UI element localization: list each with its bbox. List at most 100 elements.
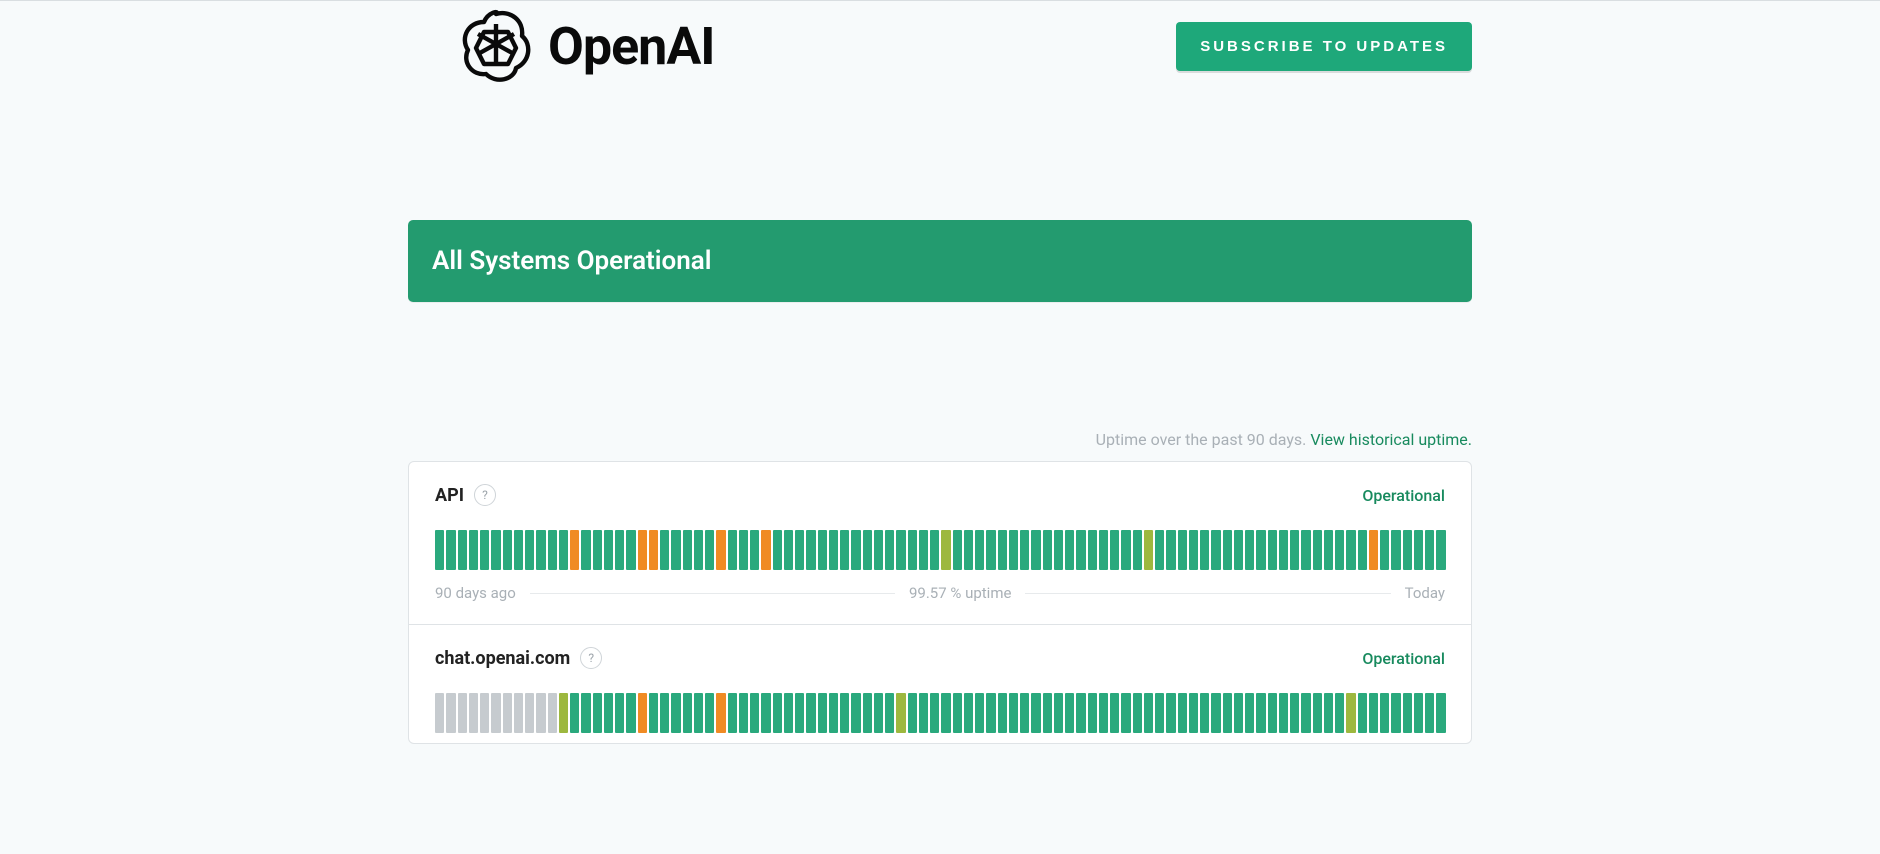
- uptime-bar[interactable]: [1324, 530, 1333, 570]
- uptime-bar[interactable]: [1155, 530, 1164, 570]
- uptime-bar[interactable]: [1144, 530, 1153, 570]
- uptime-bar[interactable]: [491, 530, 500, 570]
- uptime-bar[interactable]: [1256, 693, 1265, 733]
- uptime-bar[interactable]: [503, 530, 512, 570]
- help-icon[interactable]: ?: [474, 484, 496, 506]
- uptime-bar[interactable]: [739, 693, 748, 733]
- uptime-bar[interactable]: [1290, 530, 1299, 570]
- uptime-bar[interactable]: [964, 693, 973, 733]
- uptime-bar[interactable]: [1245, 693, 1254, 733]
- help-icon[interactable]: ?: [580, 647, 602, 669]
- uptime-bar[interactable]: [1121, 693, 1130, 733]
- uptime-bar[interactable]: [975, 530, 984, 570]
- uptime-bar[interactable]: [773, 530, 782, 570]
- uptime-bar[interactable]: [705, 530, 714, 570]
- uptime-bar[interactable]: [1054, 530, 1063, 570]
- uptime-bar[interactable]: [1020, 530, 1029, 570]
- uptime-bar[interactable]: [458, 693, 467, 733]
- uptime-bar[interactable]: [1043, 530, 1052, 570]
- uptime-bar[interactable]: [885, 693, 894, 733]
- uptime-bar[interactable]: [660, 693, 669, 733]
- uptime-bar[interactable]: [604, 530, 613, 570]
- uptime-bar[interactable]: [1403, 693, 1412, 733]
- uptime-bar[interactable]: [908, 530, 917, 570]
- uptime-bar[interactable]: [1223, 693, 1232, 733]
- uptime-bar[interactable]: [829, 693, 838, 733]
- uptime-bar[interactable]: [593, 530, 602, 570]
- uptime-bar[interactable]: [683, 693, 692, 733]
- uptime-bar[interactable]: [1313, 530, 1322, 570]
- uptime-bar[interactable]: [795, 693, 804, 733]
- uptime-bar[interactable]: [1088, 530, 1097, 570]
- uptime-bar[interactable]: [784, 693, 793, 733]
- uptime-bar[interactable]: [874, 693, 883, 733]
- uptime-bar[interactable]: [908, 693, 917, 733]
- uptime-bar[interactable]: [784, 530, 793, 570]
- uptime-bar[interactable]: [559, 530, 568, 570]
- uptime-bar[interactable]: [1380, 693, 1389, 733]
- uptime-bar[interactable]: [795, 530, 804, 570]
- uptime-bar[interactable]: [930, 530, 939, 570]
- uptime-bar[interactable]: [1268, 693, 1277, 733]
- uptime-bar[interactable]: [840, 693, 849, 733]
- uptime-bar[interactable]: [446, 693, 455, 733]
- uptime-bar[interactable]: [1009, 530, 1018, 570]
- uptime-bar[interactable]: [998, 693, 1007, 733]
- uptime-bar[interactable]: [1144, 693, 1153, 733]
- uptime-bar[interactable]: [626, 693, 635, 733]
- uptime-bar[interactable]: [1358, 693, 1367, 733]
- uptime-bar[interactable]: [806, 530, 815, 570]
- uptime-bar[interactable]: [1436, 530, 1445, 570]
- uptime-bar[interactable]: [818, 530, 827, 570]
- uptime-bar[interactable]: [525, 693, 534, 733]
- uptime-bar[interactable]: [1166, 693, 1175, 733]
- uptime-bar[interactable]: [548, 693, 557, 733]
- uptime-bar[interactable]: [1200, 530, 1209, 570]
- uptime-bar[interactable]: [1436, 693, 1445, 733]
- uptime-bar[interactable]: [446, 530, 455, 570]
- uptime-bar[interactable]: [683, 530, 692, 570]
- uptime-bar[interactable]: [953, 530, 962, 570]
- uptime-bar[interactable]: [694, 693, 703, 733]
- uptime-bar[interactable]: [615, 693, 624, 733]
- uptime-bar[interactable]: [728, 693, 737, 733]
- uptime-bar[interactable]: [1189, 530, 1198, 570]
- uptime-bar[interactable]: [1425, 530, 1434, 570]
- uptime-bar[interactable]: [536, 693, 545, 733]
- uptime-bar[interactable]: [975, 693, 984, 733]
- uptime-bar[interactable]: [638, 530, 647, 570]
- uptime-bar[interactable]: [1133, 530, 1142, 570]
- uptime-bar[interactable]: [1290, 693, 1299, 733]
- uptime-bar[interactable]: [941, 693, 950, 733]
- uptime-bar[interactable]: [1414, 693, 1423, 733]
- uptime-bar[interactable]: [1346, 693, 1355, 733]
- uptime-bar[interactable]: [469, 530, 478, 570]
- uptime-bar[interactable]: [1301, 693, 1310, 733]
- uptime-bar[interactable]: [874, 530, 883, 570]
- uptime-bar[interactable]: [1020, 693, 1029, 733]
- uptime-bar[interactable]: [1166, 530, 1175, 570]
- uptime-bar[interactable]: [716, 693, 725, 733]
- uptime-bar[interactable]: [851, 693, 860, 733]
- uptime-bar[interactable]: [806, 693, 815, 733]
- uptime-bar[interactable]: [536, 530, 545, 570]
- uptime-bar[interactable]: [1031, 693, 1040, 733]
- uptime-bar[interactable]: [840, 530, 849, 570]
- uptime-bar[interactable]: [1369, 530, 1378, 570]
- uptime-bar[interactable]: [1369, 693, 1378, 733]
- uptime-bar[interactable]: [1256, 530, 1265, 570]
- uptime-bar[interactable]: [1009, 693, 1018, 733]
- uptime-bar[interactable]: [1234, 530, 1243, 570]
- uptime-bar[interactable]: [1076, 693, 1085, 733]
- uptime-bar[interactable]: [469, 693, 478, 733]
- uptime-bar[interactable]: [1324, 693, 1333, 733]
- uptime-bar[interactable]: [503, 693, 512, 733]
- uptime-bar[interactable]: [559, 693, 568, 733]
- uptime-bar[interactable]: [1031, 530, 1040, 570]
- uptime-bar[interactable]: [1358, 530, 1367, 570]
- uptime-bar[interactable]: [1099, 530, 1108, 570]
- uptime-bar[interactable]: [1380, 530, 1389, 570]
- uptime-bar[interactable]: [1245, 530, 1254, 570]
- uptime-bar[interactable]: [581, 693, 590, 733]
- uptime-bar[interactable]: [649, 530, 658, 570]
